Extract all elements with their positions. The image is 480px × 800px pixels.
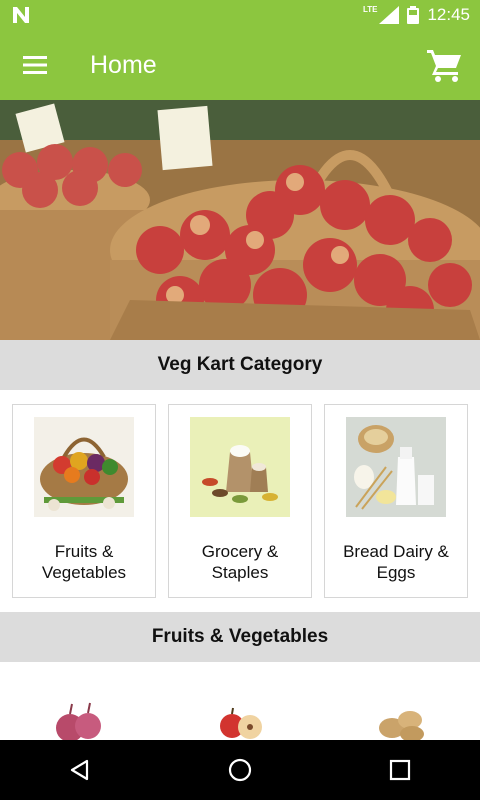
recents-button[interactable] (370, 740, 430, 800)
category-section-header: Veg Kart Category (0, 340, 480, 390)
menu-button[interactable] (20, 50, 50, 80)
category-label-line1: Grocery & (201, 542, 279, 561)
recents-icon (389, 759, 411, 781)
page-title: Home (90, 51, 157, 79)
category-label-line2: Staples (211, 563, 269, 582)
signal-icon (379, 6, 400, 24)
category-label-line1: Bread Dairy & (343, 542, 449, 561)
category-label-line1: Fruits & (54, 542, 114, 561)
app-bar: Home (0, 30, 480, 100)
network-type-label: LTE (362, 4, 378, 14)
apple-baskets-photo (0, 100, 480, 340)
category-label: Fruits & Vegetables (13, 541, 155, 583)
menu-icon (23, 56, 47, 74)
home-icon (228, 758, 252, 782)
potatoes-photo[interactable] (370, 700, 430, 742)
category-card-grocery-staples[interactable]: Grocery & Staples (168, 404, 312, 598)
status-indicators: LTE 12:45 (363, 0, 470, 30)
cart-icon (427, 50, 461, 82)
apples-photo[interactable] (212, 700, 272, 742)
category-label-line2: Eggs (376, 563, 416, 582)
status-time: 12:45 (427, 5, 470, 24)
system-nav-bar (0, 740, 480, 800)
n-letter-icon (13, 7, 29, 23)
grocery-staples-photo (190, 417, 290, 517)
battery-icon (407, 6, 420, 24)
category-label: Bread Dairy & Eggs (325, 541, 467, 583)
category-card-bread-dairy-eggs[interactable]: Bread Dairy & Eggs (324, 404, 468, 598)
fruits-vegetables-photo (34, 417, 134, 517)
bread-dairy-eggs-photo (346, 417, 446, 517)
category-card-fruits-vegetables[interactable]: Fruits & Vegetables (12, 404, 156, 598)
onions-photo[interactable] (50, 700, 110, 742)
cart-button[interactable] (424, 44, 466, 86)
banner-image (0, 100, 480, 340)
back-icon (70, 759, 89, 781)
fruits-section-header: Fruits & Vegetables (0, 612, 480, 662)
home-button[interactable] (210, 740, 270, 800)
back-button[interactable] (50, 740, 110, 800)
status-bar: LTE 12:45 (0, 0, 480, 30)
category-label-line2: Vegetables (41, 563, 127, 582)
category-label: Grocery & Staples (169, 541, 311, 583)
